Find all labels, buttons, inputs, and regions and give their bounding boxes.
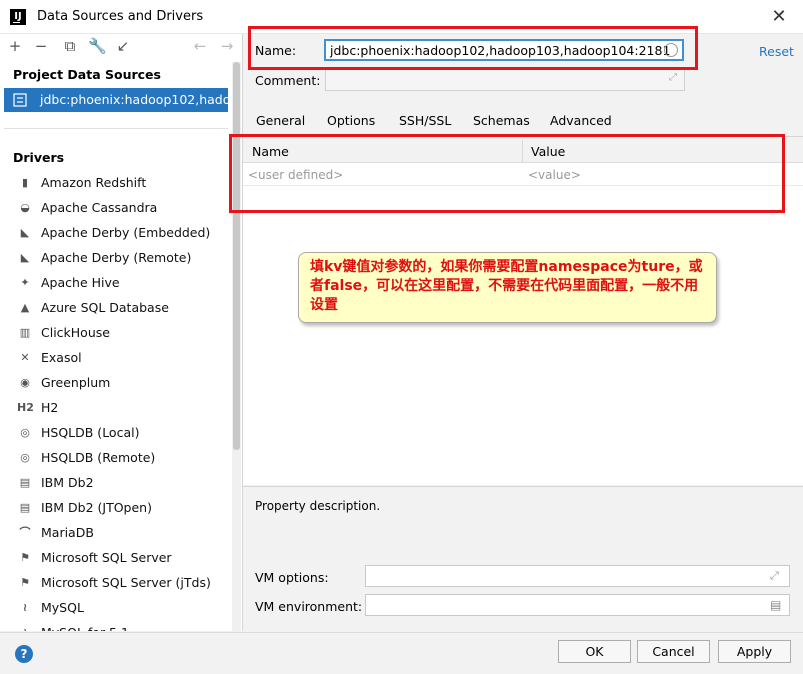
drivers-list: ▮ Amazon Redshift ◒ Apache Cassandra ◣ Apache… [0,170,232,631]
driver-label: Amazon Redshift [41,175,147,190]
driver-label: Greenplum [41,375,111,390]
azure-icon: ▲ [20,301,30,314]
expand-icon[interactable]: ⤢ [669,72,677,83]
driver-label: IBM Db2 (JTOpen) [41,500,152,515]
hive-icon: ✦ [20,276,30,289]
driver-label: Microsoft SQL Server (jTds) [41,575,211,590]
ok-button[interactable]: OK [558,640,631,663]
driver-label: HSQLDB (Remote) [41,450,156,465]
tab-options[interactable]: Options [327,113,375,128]
back-arrow-icon[interactable]: ← [191,36,209,56]
forward-arrow-icon[interactable]: → [218,36,236,56]
driver-item[interactable]: ▮ Amazon Redshift [0,171,232,196]
remove-icon[interactable]: − [32,36,50,56]
drivers-heading: Drivers [13,150,65,165]
driver-item[interactable]: ⌒ MariaDB [0,521,232,546]
app-logo-icon: IJ [10,9,26,25]
comment-field[interactable] [325,69,685,91]
tab-advanced[interactable]: Advanced [550,113,612,128]
highlight-box-table [229,134,785,213]
driver-label: Apache Cassandra [41,200,158,215]
data-source-item[interactable]: jdbc:phoenix:hadoop102,hadoop103,hadoop1… [4,88,228,112]
vm-environment-label: VM environment: [255,599,363,614]
driver-label: Microsoft SQL Server [41,550,172,565]
wrench-icon[interactable]: 🔧 [88,36,107,56]
driver-item[interactable]: ◎ HSQLDB (Remote) [0,446,232,471]
sqlserver-icon: ⚑ [20,576,30,589]
driver-item[interactable]: ⚑ Microsoft SQL Server (jTds) [0,571,232,596]
expand-icon[interactable]: ⤢ [770,569,779,583]
driver-item[interactable]: ◉ Greenplum [0,371,232,396]
sqlserver-icon: ⚑ [20,551,30,564]
property-description: Property description. [255,499,381,513]
ibm-icon: ▤ [19,501,31,514]
driver-label: MariaDB [41,525,94,540]
driver-label: Apache Derby (Embedded) [41,225,211,240]
tab-general[interactable]: General [256,113,305,128]
vm-options-field[interactable] [365,565,790,587]
driver-item[interactable]: ◒ Apache Cassandra [0,196,232,221]
driver-item[interactable]: H2 H2 [0,396,232,421]
help-button[interactable]: ? [15,645,33,663]
apply-button[interactable]: Apply [718,640,791,663]
driver-item[interactable]: ▤ IBM Db2 (JTOpen) [0,496,232,521]
driver-label: ClickHouse [41,325,110,340]
ibm-icon: ▤ [19,476,31,489]
data-source-label: jdbc:phoenix:hadoop102,hadoop103,hadoop1… [40,92,228,107]
driver-label: Azure SQL Database [41,300,169,315]
exasol-icon: ✕ [20,351,30,364]
highlight-box-name [248,26,698,70]
annotation-text: 填kv键值对参数的，如果你需要配置namespace为ture，或者false，… [310,259,703,313]
cancel-button[interactable]: Cancel [637,640,710,663]
driver-label: IBM Db2 [41,475,94,490]
driver-item[interactable]: ◣ Apache Derby (Remote) [0,246,232,271]
derby-icon: ◣ [20,251,30,264]
hsqldb-icon: ◎ [20,426,30,439]
driver-label: Apache Derby (Remote) [41,250,192,265]
cassandra-icon: ◒ [20,201,30,214]
vm-environment-field[interactable] [365,594,790,616]
derby-icon: ◣ [20,226,30,239]
driver-item[interactable]: ▤ IBM Db2 [0,471,232,496]
comment-label: Comment: [255,73,321,88]
driver-item[interactable]: ◎ HSQLDB (Local) [0,421,232,446]
driver-item[interactable]: ▥ ClickHouse [0,321,232,346]
window-title: Data Sources and Drivers [37,9,204,24]
driver-item[interactable]: ⚑ Microsoft SQL Server [0,546,232,571]
data-source-icon [13,93,27,107]
add-icon[interactable]: + [6,36,24,56]
driver-label: Exasol [41,350,82,365]
mysql-icon: ≀ [17,626,33,631]
driver-label: MySQL for 5.1 [41,625,129,631]
import-icon[interactable]: ↙ [114,36,132,56]
driver-item[interactable]: ▲ Azure SQL Database [0,296,232,321]
driver-label: Apache Hive [41,275,120,290]
driver-item[interactable]: ✦ Apache Hive [0,271,232,296]
divider [4,128,228,129]
scrollbar-thumb[interactable] [233,62,240,450]
driver-item[interactable]: ◣ Apache Derby (Embedded) [0,221,232,246]
document-icon[interactable]: ▤ [770,598,781,612]
driver-item[interactable]: ≀ MySQL [0,596,232,621]
clickhouse-icon: ▥ [19,326,31,339]
h2-icon: H2 [17,401,34,414]
driver-item[interactable]: ≀ MySQL for 5.1 [0,621,232,631]
driver-label: H2 [41,400,59,415]
mysql-icon: ≀ [22,601,28,614]
greenplum-icon: ◉ [20,376,30,389]
driver-item[interactable]: ✕ Exasol [0,346,232,371]
amazon-redshift-icon: ▮ [21,176,29,189]
driver-label: HSQLDB (Local) [41,425,140,440]
duplicate-icon[interactable]: ⧉ [61,36,79,56]
vm-options-label: VM options: [255,570,329,585]
mariadb-icon: ⌒ [19,526,31,539]
tab-ssh-ssl[interactable]: SSH/SSL [399,113,451,128]
project-data-sources-heading: Project Data Sources [13,67,161,82]
hsqldb-icon: ◎ [20,451,30,464]
tab-schemas[interactable]: Schemas [473,113,530,128]
close-button[interactable]: ✕ [768,6,790,28]
driver-label: MySQL [41,600,84,615]
reset-link[interactable]: Reset [759,44,794,59]
